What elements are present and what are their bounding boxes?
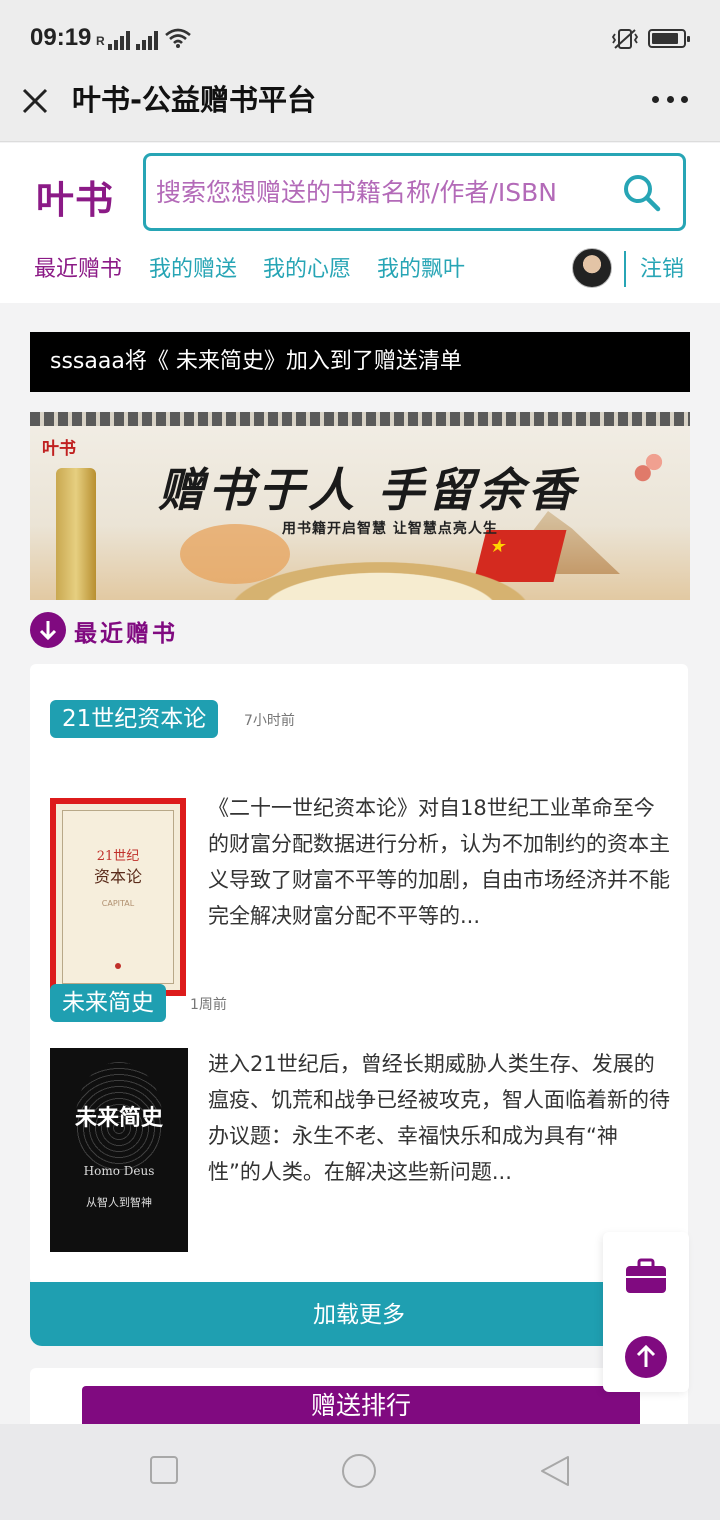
signal-icon-2: [136, 30, 160, 50]
banner-headline: 赠书于人 手留余香: [158, 463, 579, 517]
battery-icon: [648, 29, 690, 48]
banner-open-book: [230, 562, 530, 600]
load-more-button[interactable]: 加载更多: [30, 1282, 688, 1346]
recent-apps-button[interactable]: [150, 1456, 178, 1484]
close-icon[interactable]: [20, 86, 50, 116]
more-icon[interactable]: [652, 96, 688, 104]
wifi-icon: [165, 28, 191, 48]
search-input[interactable]: [156, 168, 616, 216]
network-label: R: [96, 34, 105, 48]
banner-pillar: [56, 468, 96, 600]
logout-link[interactable]: 注销: [640, 251, 684, 283]
ranking-card: 赠送排行: [30, 1368, 688, 1428]
nav-my-wishes[interactable]: 我的心愿: [263, 251, 351, 283]
cover-text: 未来简史: [74, 1106, 163, 1131]
book-description: 进入21世纪后，曾经长期威胁人类生存、发展的瘟疫、饥荒和战争已经被攻克，智人面临…: [208, 1052, 670, 1184]
recent-books-card: 21世纪资本论 7小时前 21世纪 资本论 CAPITAL 《二十一世纪资本论》…: [30, 664, 688, 1284]
header-divider: [624, 251, 626, 287]
search-icon[interactable]: [621, 172, 661, 212]
search-box: [143, 153, 686, 231]
banner-blossom: [626, 434, 682, 490]
ranking-header[interactable]: 赠送排行: [82, 1386, 640, 1428]
nav-my-donations[interactable]: 我的赠送: [149, 251, 237, 283]
cover-text: Homo Deus: [83, 1164, 155, 1178]
nav-my-leaves[interactable]: 我的飘叶: [377, 251, 465, 283]
vibrate-icon: [611, 29, 639, 49]
book-time-ago: 1周前: [190, 997, 227, 1013]
system-nav-bar: [0, 1424, 720, 1520]
app-bar: 叶书-公益赠书平台: [0, 72, 720, 142]
back-to-top-icon[interactable]: [625, 1336, 667, 1378]
arrow-down-icon: [30, 612, 66, 648]
book-title-tag[interactable]: 未来简史: [50, 984, 166, 1022]
status-bar: 09:19 R: [0, 0, 720, 72]
book-item[interactable]: 未来简史 1周前 未来简史 Homo Deus 从智人到智神 进入21世纪后，曾…: [50, 664, 670, 1264]
banner-subtitle: 用书籍开启智慧 让智慧点亮人生: [282, 521, 498, 537]
activity-notice: sssaaa将《 未来简史》加入到了赠送清单: [30, 332, 690, 392]
avatar[interactable]: [572, 248, 612, 288]
floating-toolbar: [603, 1232, 689, 1392]
cover-text: 从智人到智神: [86, 1196, 152, 1209]
home-button[interactable]: [342, 1454, 376, 1488]
section-title: 最近赠书: [74, 621, 178, 647]
site-header: 叶书 最近赠书 我的赠送 我的心愿 我的飘叶 注销: [0, 143, 720, 303]
banner-brand: 叶书: [42, 439, 76, 459]
promo-banner[interactable]: 叶书 赠书于人 手留余香 用书籍开启智慧 让智慧点亮人生: [30, 412, 690, 600]
nav-recent-donations[interactable]: 最近赠书: [34, 251, 122, 283]
banner-frame: [30, 412, 690, 426]
app-title: 叶书-公益赠书平台: [72, 83, 317, 117]
briefcase-icon[interactable]: [625, 1258, 667, 1294]
status-time: 09:19: [30, 24, 92, 51]
signal-icon: [108, 30, 132, 50]
book-cover[interactable]: 未来简史 Homo Deus 从智人到智神: [50, 1048, 188, 1252]
site-logo[interactable]: 叶书: [36, 169, 114, 224]
back-triangle-icon[interactable]: [538, 1454, 572, 1488]
